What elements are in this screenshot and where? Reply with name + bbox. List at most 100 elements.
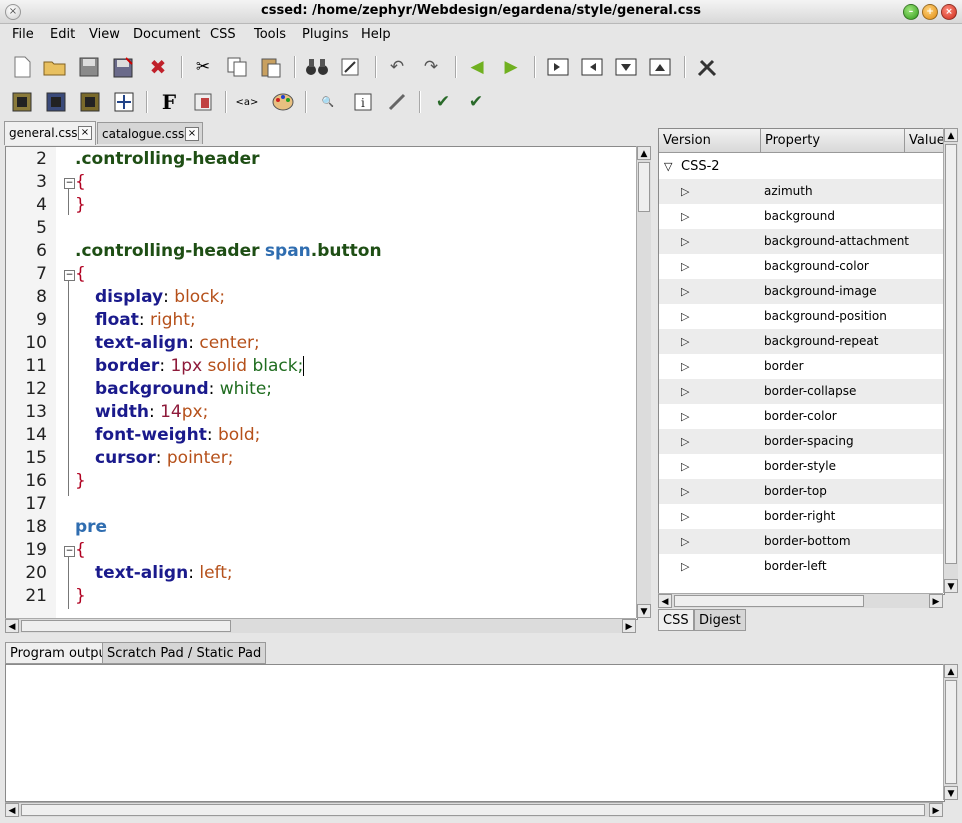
open-folder-icon[interactable] [42,54,68,80]
tab-digest[interactable]: Digest [694,609,746,631]
hide-sidebar-icon[interactable] [579,54,605,80]
hide-footer-icon[interactable] [647,54,673,80]
tab-scratch-pad[interactable]: Scratch Pad / Static Pad [102,642,267,664]
scroll-thumb[interactable] [945,680,957,784]
property-tree-vertical-scrollbar[interactable]: ▲ ▼ [943,128,958,593]
property-row[interactable]: ▷ border-spacing [659,429,944,454]
expander-icon[interactable]: ▷ [681,504,689,529]
expander-icon[interactable]: ▷ [681,554,689,579]
expander-icon[interactable]: ▷ [681,479,689,504]
scroll-up-icon[interactable]: ▲ [637,146,651,160]
scan-selector-icon[interactable]: 🔍 [315,89,341,115]
tab-general-css[interactable]: general.css × [4,121,96,145]
expander-icon[interactable]: ▷ [681,529,689,554]
new-file-icon[interactable] [9,54,35,80]
menu-document[interactable]: Document [133,27,200,42]
expander-icon[interactable]: ▷ [681,254,689,279]
scroll-down-icon[interactable]: ▼ [637,604,651,618]
close-file-icon[interactable]: ✖ [145,54,171,80]
menu-css[interactable]: CSS [210,27,236,42]
forward-arrow-icon[interactable]: ▶ [498,54,524,80]
scroll-right-icon[interactable]: ▶ [929,594,943,608]
expander-icon[interactable]: ▷ [681,379,689,404]
expander-icon[interactable]: ▷ [681,454,689,479]
minimize-button[interactable]: – [903,4,919,20]
maximize-button[interactable]: + [922,4,938,20]
scroll-thumb[interactable] [674,595,864,607]
show-sidebar-icon[interactable] [545,54,571,80]
expander-icon[interactable]: ▷ [681,204,689,229]
column-property[interactable]: Property [761,129,905,153]
tab-catalogue-css[interactable]: catalogue.css × [97,122,203,144]
property-row[interactable]: ▷ border-style [659,454,944,479]
menu-tools[interactable]: Tools [254,27,286,42]
scroll-left-icon[interactable]: ◀ [658,594,672,608]
expander-icon[interactable]: ▷ [681,304,689,329]
expander-icon[interactable]: ▷ [681,429,689,454]
preferences-tools-icon[interactable] [694,54,720,80]
expander-icon[interactable]: ▷ [681,229,689,254]
code-editor[interactable]: 2 .controlling-header 3−{ 4} 5 6 .controll… [5,146,638,620]
property-row[interactable]: ▷ background [659,204,944,229]
property-tree-horizontal-scrollbar[interactable]: ◀ ▶ [658,593,943,608]
scroll-left-icon[interactable]: ◀ [5,619,19,633]
column-version[interactable]: Version [659,129,761,153]
cut-icon[interactable]: ✂ [190,54,216,80]
property-row[interactable]: ▷ azimuth [659,179,944,204]
close-tab-icon[interactable]: × [185,127,199,141]
property-row[interactable]: ▷ border-top [659,479,944,504]
menu-view[interactable]: View [89,27,120,42]
scroll-down-icon[interactable]: ▼ [944,786,958,800]
property-row[interactable]: ▷ border-left [659,554,944,579]
close-tab-icon[interactable]: × [78,126,92,140]
output-horizontal-scrollbar[interactable]: ◀ ▶ [5,802,943,817]
clean-brush-icon[interactable] [384,89,410,115]
output-vertical-scrollbar[interactable]: ▲ ▼ [943,664,958,800]
border-box-icon[interactable] [43,89,69,115]
expander-icon[interactable]: ▷ [681,279,689,304]
tree-group-row[interactable]: ▽ CSS-2 [659,154,944,179]
font-icon[interactable]: F [156,89,182,115]
find-binoculars-icon[interactable] [304,54,330,80]
property-row[interactable]: ▷ background-attachment [659,229,944,254]
scroll-up-icon[interactable]: ▲ [944,128,958,142]
expander-icon[interactable]: ▷ [681,404,689,429]
fold-toggle-icon[interactable]: − [64,546,75,557]
scroll-right-icon[interactable]: ▶ [929,803,943,817]
expander-icon[interactable]: ▷ [681,354,689,379]
expander-open-icon[interactable]: ▽ [664,154,672,179]
box-model-icon[interactable] [9,89,35,115]
property-row[interactable]: ▷ border [659,354,944,379]
scroll-thumb[interactable] [21,620,231,632]
editor-horizontal-scrollbar[interactable]: ◀ ▶ [5,618,636,633]
redo-icon[interactable]: ↷ [418,54,444,80]
info-icon[interactable]: i [350,89,376,115]
css-property-tree[interactable]: Version Property Value ▽ CSS-2 ▷ azimuth … [658,128,945,595]
property-row[interactable]: ▷ background-image [659,279,944,304]
property-row[interactable]: ▷ border-collapse [659,379,944,404]
expander-icon[interactable]: ▷ [681,179,689,204]
property-row[interactable]: ▷ background-position [659,304,944,329]
validate-check-icon[interactable]: ✔ [430,89,456,115]
menu-edit[interactable]: Edit [50,27,75,42]
copy-icon[interactable] [224,54,250,80]
save-icon[interactable] [76,54,102,80]
scroll-left-icon[interactable]: ◀ [5,803,19,817]
column-value[interactable]: Value [905,129,944,153]
paste-icon[interactable] [258,54,284,80]
menu-file[interactable]: File [12,27,34,42]
padding-box-icon[interactable] [77,89,103,115]
expander-icon[interactable]: ▷ [681,329,689,354]
scroll-thumb[interactable] [638,162,650,212]
tab-css[interactable]: CSS [658,609,694,631]
back-arrow-icon[interactable]: ◀ [464,54,490,80]
property-row[interactable]: ▷ background-repeat [659,329,944,354]
property-row[interactable]: ▷ border-right [659,504,944,529]
close-window-button[interactable]: × [941,4,957,20]
menu-plugins[interactable]: Plugins [302,27,349,42]
fold-toggle-icon[interactable]: − [64,178,75,189]
editor-vertical-scrollbar[interactable]: ▲ ▼ [636,146,651,618]
scroll-up-icon[interactable]: ▲ [944,664,958,678]
anchor-tag-icon[interactable]: <a> [234,89,260,115]
property-row[interactable]: ▷ background-color [659,254,944,279]
